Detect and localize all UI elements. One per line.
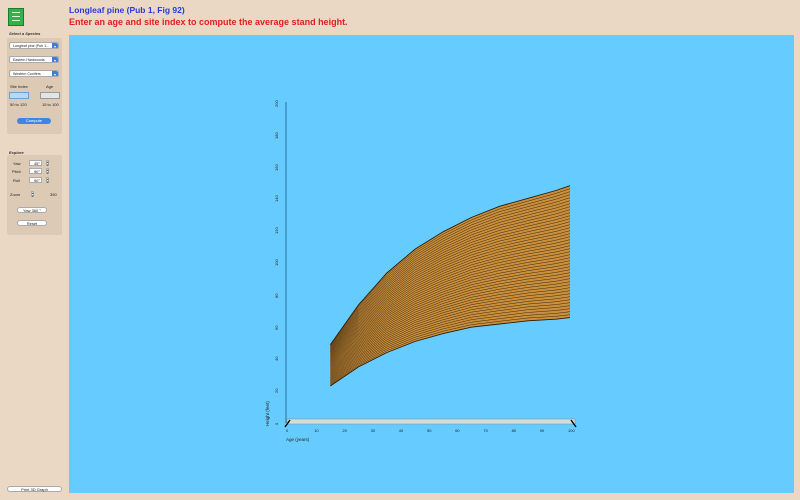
- y-tick-label: 160: [274, 163, 279, 171]
- x-tick-label: 60: [455, 428, 460, 433]
- yaw-input[interactable]: 45°: [29, 160, 42, 166]
- x-tick-label: 40: [398, 428, 404, 433]
- y-tick-label: 100: [274, 259, 279, 266]
- yaw-stepper[interactable]: ▴ ▾: [46, 160, 49, 167]
- compute-button[interactable]: Compute: [17, 118, 51, 124]
- zoom-value: 350: [50, 192, 57, 197]
- explore-panel-title: Explore: [9, 150, 24, 155]
- age-input[interactable]: [40, 92, 60, 99]
- print-3d-graph-button[interactable]: Print 3D Graph: [7, 486, 62, 492]
- x-tick-label: 80: [511, 428, 517, 433]
- graph-area[interactable]: 0 10 20 30 40 50 60 70 80 90 100 0 20 40 60 80 100 120 14…: [69, 35, 794, 493]
- species-dropdown-value: Longleaf pine (Pub 1...: [13, 44, 50, 48]
- x-axis-bar: [286, 418, 576, 425]
- surface-fill: [330, 185, 570, 387]
- zoom-label: Zoom: [10, 192, 21, 197]
- site-index-label: Site Index: [10, 84, 28, 89]
- pitch-input[interactable]: 90°: [29, 168, 42, 174]
- hardwoods-dropdown-value: Eastern Hardwoods: [13, 58, 45, 62]
- y-tick-label: 120: [274, 227, 279, 235]
- y-tick-label: 20: [274, 388, 279, 394]
- age-range: 15 to 100: [42, 102, 59, 107]
- site-index-input[interactable]: [9, 92, 29, 99]
- x-tick-label: 10: [314, 428, 319, 433]
- x-axis-label: Age (years): [286, 437, 310, 442]
- y-axis-label: Height (feet): [265, 401, 270, 426]
- surface-group: [329, 185, 571, 387]
- reset-button[interactable]: Reset: [17, 220, 47, 226]
- roll-stepper[interactable]: ▴ ▾: [46, 177, 49, 184]
- x-tick-label: 90: [539, 428, 545, 433]
- y-tick-label: 180: [274, 132, 279, 139]
- y-tick-label: 0: [274, 422, 279, 425]
- y-tick-label: 40: [274, 356, 279, 362]
- chevron-down-icon: ▾: [52, 43, 58, 49]
- age-label: Age: [46, 84, 54, 89]
- y-tick-label: 80: [274, 293, 279, 298]
- page-title: Longleaf pine (Pub 1, Fig 92): [69, 5, 185, 15]
- y-tick-label: 200: [274, 100, 279, 107]
- roll-input[interactable]: 90°: [29, 177, 42, 183]
- roll-label: Roll: [13, 178, 20, 183]
- species-panel-title: Select a Species: [9, 31, 41, 36]
- pitch-stepper[interactable]: ▴ ▾: [46, 168, 49, 175]
- species-dropdown[interactable]: Longleaf pine (Pub 1... ▾: [9, 42, 59, 49]
- chevron-down-icon: ▾: [52, 57, 58, 63]
- app-logo-icon: [8, 8, 24, 26]
- instruction-text: Enter an age and site index to compute t…: [69, 17, 348, 27]
- hardwoods-dropdown[interactable]: Eastern Hardwoods ▾: [9, 56, 59, 63]
- zoom-stepper[interactable]: ▴ ▾: [31, 191, 34, 198]
- site-index-range: 50 to 120: [10, 102, 27, 107]
- y-tick-label: 60: [274, 325, 279, 330]
- x-tick-label: 100: [568, 428, 575, 433]
- conifers-dropdown[interactable]: Western Conifers ▾: [9, 70, 59, 77]
- x-tick-label: 70: [483, 428, 488, 433]
- x-tick-label: 20: [342, 428, 347, 433]
- conifers-dropdown-value: Western Conifers: [13, 72, 41, 76]
- yaw-360-button[interactable]: Yaw 360 °: [17, 207, 47, 213]
- x-tick-label: 50: [427, 428, 432, 433]
- y-tick-label: 140: [274, 195, 279, 203]
- x-tick-label: 30: [370, 428, 376, 433]
- height-chart: [284, 102, 577, 428]
- pitch-label: Pitch: [12, 169, 21, 174]
- chevron-down-icon: ▾: [52, 71, 58, 77]
- yaw-label: Yaw: [13, 161, 21, 166]
- x-tick-label: 0: [286, 428, 289, 433]
